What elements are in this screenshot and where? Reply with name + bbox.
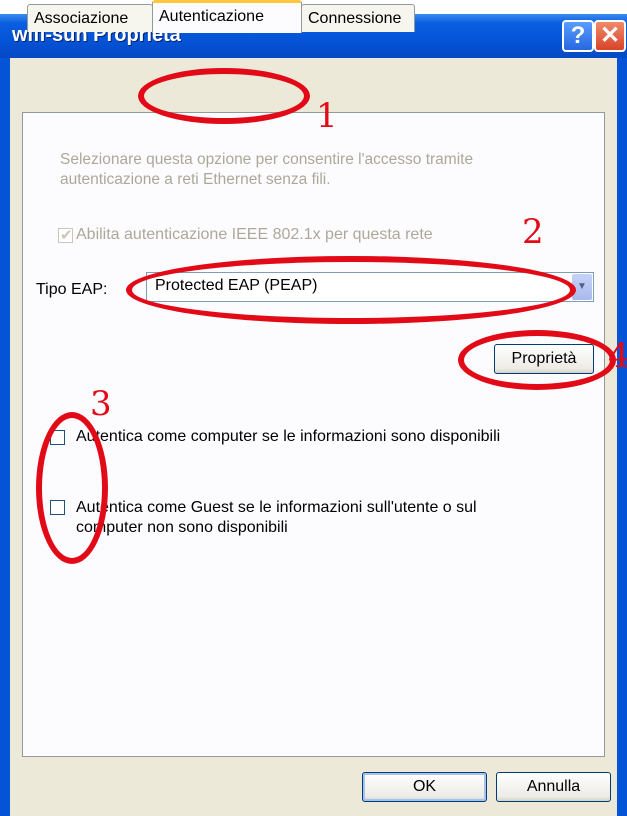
dialog-window: wifi-sun Proprietà ? ✕ Associazione Aute…: [0, 0, 627, 816]
description-text: Selezionare questa opzione per consentir…: [60, 151, 474, 188]
annotation-number-4: 4: [608, 336, 627, 376]
eap-type-value: Protected EAP (PEAP): [155, 277, 318, 294]
annotation-number-2: 2: [522, 212, 544, 252]
cancel-button[interactable]: Annulla: [496, 772, 611, 802]
tab-connessione[interactable]: Connessione: [301, 4, 415, 32]
auth-guest-checkbox[interactable]: [50, 500, 65, 515]
ok-button[interactable]: OK: [362, 772, 487, 802]
enable-8021x-label: Abilita autenticazione IEEE 802.1x per q…: [76, 226, 433, 243]
auth-guest-label: Autentica come Guest se le informazioni …: [76, 499, 477, 536]
enable-8021x-checkbox[interactable]: ✔: [58, 227, 73, 244]
annotation-number-3: 3: [90, 384, 112, 424]
tab-associazione[interactable]: Associazione: [27, 4, 153, 32]
chevron-down-icon[interactable]: ▼: [572, 274, 592, 300]
window-border-left: [0, 58, 10, 816]
annotation-number-1: 1: [316, 96, 338, 136]
close-button[interactable]: ✕: [594, 20, 626, 52]
eap-type-select[interactable]: Protected EAP (PEAP) ▼: [146, 272, 594, 302]
checkmark-icon: ✔: [60, 227, 73, 244]
window-border-right: [617, 58, 627, 816]
eap-type-label: Tipo EAP:: [36, 281, 108, 298]
tab-autenticazione[interactable]: Autenticazione: [152, 0, 302, 33]
properties-button[interactable]: Proprietà: [494, 344, 594, 374]
help-button[interactable]: ?: [562, 20, 594, 52]
auth-computer-label: Autentica come computer se le informazio…: [76, 428, 501, 445]
auth-computer-checkbox[interactable]: [50, 430, 65, 445]
